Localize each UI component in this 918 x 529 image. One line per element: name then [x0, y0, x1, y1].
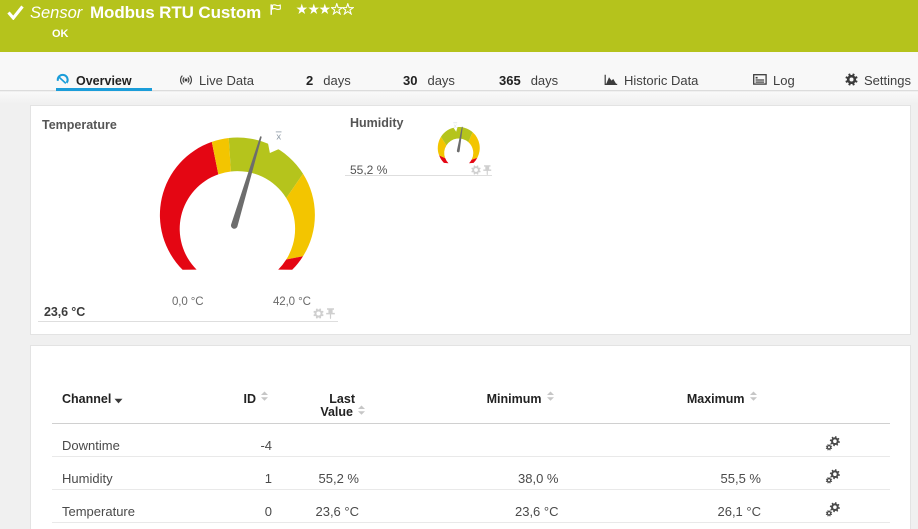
- cell-separator: [345, 175, 492, 176]
- pin-icon[interactable]: [326, 308, 335, 320]
- column-header-last-value-line1[interactable]: Last: [281, 392, 355, 406]
- column-header-label: Channel: [62, 392, 112, 406]
- tab-settings[interactable]: Settings: [845, 52, 911, 90]
- cell-channel: Humidity: [62, 471, 113, 486]
- sort-icon[interactable]: [546, 391, 555, 402]
- content-top-shade: [0, 92, 918, 104]
- sort-icon[interactable]: [357, 405, 366, 416]
- tab-live-data[interactable]: Live Data: [179, 52, 254, 90]
- sort-icon[interactable]: [749, 391, 758, 402]
- live-data-icon: [180, 74, 192, 85]
- star-icon[interactable]: [319, 3, 331, 15]
- column-header-label: Value: [320, 405, 353, 419]
- tab-label: Live Data: [199, 73, 254, 88]
- priority-stars[interactable]: [296, 3, 354, 15]
- cell-id: 0: [264, 504, 272, 519]
- sort-icon[interactable]: [260, 391, 269, 402]
- temperature-gauge: x: [159, 131, 315, 270]
- pin-icon[interactable]: [483, 164, 492, 176]
- column-header-label: Minimum: [486, 392, 542, 406]
- cell-separator: [38, 321, 338, 322]
- tab-log[interactable]: Log: [753, 52, 795, 90]
- gauge-value-temperature: 23,6 °C: [44, 305, 86, 319]
- tab-bar: Overview Live Data 2 days 30 days 365 days …: [0, 52, 918, 91]
- check-icon: [7, 5, 24, 20]
- sensor-title: Modbus RTU Custom: [90, 3, 262, 22]
- column-header-label: Last: [329, 392, 355, 406]
- tab-label: days: [323, 73, 351, 88]
- star-icon[interactable]: [296, 3, 308, 15]
- column-header-label: ID: [243, 392, 257, 406]
- gauge-max-label: 42,0 °C: [273, 296, 311, 308]
- row-separator: [52, 489, 890, 490]
- flag-icon[interactable]: [270, 4, 282, 15]
- column-header-id[interactable]: ID: [201, 392, 257, 406]
- object-kind-label: Sensor: [30, 4, 83, 22]
- column-header-label: Maximum: [686, 392, 745, 406]
- caret-down-icon[interactable]: [114, 398, 123, 404]
- gauge-mean-marker-label: x: [276, 132, 281, 143]
- column-header-last-value-line2[interactable]: Value: [281, 405, 353, 419]
- cell-maximum: 26,1 °C: [717, 504, 761, 519]
- column-header-maximum[interactable]: Maximum: [664, 392, 745, 406]
- gear-icon: [845, 73, 858, 86]
- column-header-channel[interactable]: Channel: [62, 392, 111, 406]
- tab-365-days[interactable]: 365 days: [499, 52, 558, 90]
- tab-number: 2: [306, 73, 314, 88]
- channel-settings-gears-icon[interactable]: [824, 500, 842, 518]
- cell-last-value: 55,2 %: [318, 471, 359, 486]
- cell-minimum: 38,0 %: [518, 471, 559, 486]
- tab-label: days: [530, 73, 559, 88]
- row-separator: [52, 456, 890, 457]
- cell-minimum: 23,6 °C: [514, 504, 559, 519]
- channel-settings-gears-icon[interactable]: [824, 434, 842, 452]
- tab-30-days[interactable]: 30 days: [403, 52, 455, 90]
- cell-last-value: 23,6 °C: [315, 504, 359, 519]
- gear-icon[interactable]: [313, 308, 324, 319]
- sensor-status-banner: Sensor Modbus RTU Custom OK: [0, 0, 918, 52]
- tab-label: Overview: [76, 73, 132, 88]
- tab-historic-data[interactable]: Historic Data: [604, 52, 698, 90]
- area-chart-icon: [604, 74, 618, 85]
- channels-table-panel: Channel ID Last Value Minimum Maximum Do…: [30, 345, 911, 529]
- active-tab-underline: [56, 88, 152, 91]
- tab-2-days[interactable]: 2 days: [306, 52, 351, 90]
- gauge-title-temperature: Temperature: [42, 118, 117, 132]
- tab-overview[interactable]: Overview: [56, 52, 132, 90]
- cell-id: -4: [260, 438, 272, 453]
- tab-label: Settings: [864, 73, 911, 88]
- gauge-title-humidity: Humidity: [350, 116, 404, 130]
- cell-maximum: 55,5 %: [720, 471, 761, 486]
- tab-number: 30: [403, 73, 418, 88]
- humidity-gauge: x: [437, 122, 480, 164]
- tab-label: Historic Data: [624, 73, 699, 88]
- star-icon[interactable]: [307, 3, 320, 15]
- gauges-panel: Temperature x 0,0 °C 42,0 °C 23,6 °C Hum…: [30, 105, 911, 335]
- tab-label: days: [427, 73, 455, 88]
- channel-settings-gears-icon[interactable]: [824, 467, 842, 485]
- status-badge: OK: [52, 28, 69, 40]
- cell-channel: Temperature: [62, 504, 135, 519]
- cell-id: 1: [264, 471, 272, 486]
- table-header-separator: [52, 423, 890, 424]
- cell-channel: Downtime: [62, 438, 120, 453]
- gauge-min-label: 0,0 °C: [172, 296, 204, 308]
- row-separator: [52, 522, 890, 523]
- tab-label: Log: [773, 73, 795, 88]
- tab-number: 365: [499, 73, 521, 88]
- star-icon[interactable]: [342, 3, 354, 15]
- gauge-icon: [56, 73, 69, 84]
- star-icon[interactable]: [330, 3, 343, 15]
- log-icon: [753, 74, 767, 85]
- column-header-minimum[interactable]: Minimum: [461, 392, 542, 406]
- gear-icon[interactable]: [471, 165, 481, 175]
